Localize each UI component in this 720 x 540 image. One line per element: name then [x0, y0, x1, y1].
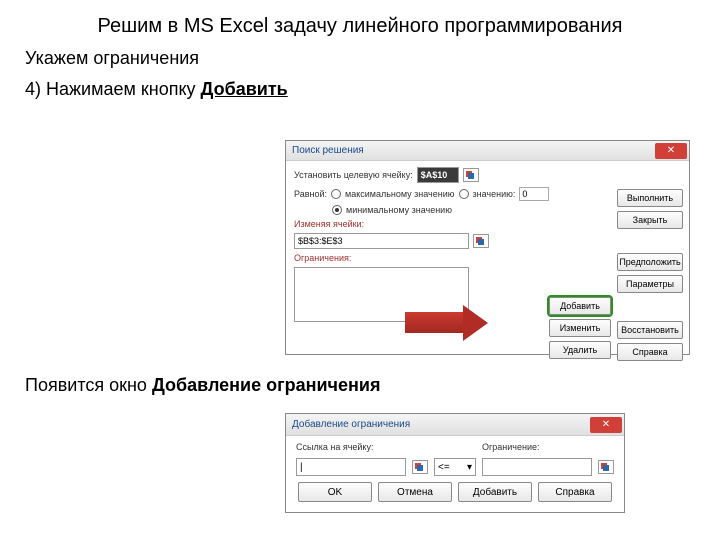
change-button[interactable]: Изменить [549, 319, 611, 337]
constraint-input[interactable] [482, 458, 592, 476]
slide-title: Решим в MS Excel задачу линейного програ… [0, 0, 720, 43]
equal-label: Равной: [294, 189, 327, 199]
result-text: Появится окно Добавление ограничения [25, 375, 380, 396]
operator-value: <= [438, 462, 450, 473]
add-button[interactable]: Добавить [458, 482, 532, 502]
guess-button[interactable]: Предположить [617, 253, 683, 271]
ref-picker-icon[interactable] [463, 168, 479, 182]
step4-text: 4) Нажимаем кнопку [25, 79, 201, 99]
opt-val-label: значению: [473, 189, 516, 199]
value-input[interactable] [519, 187, 549, 201]
radio-max[interactable] [331, 189, 341, 199]
delete-button[interactable]: Удалить [549, 341, 611, 359]
constraints-label: Ограничения: [294, 253, 351, 263]
opt-max-label: максимальному значению [345, 189, 455, 199]
target-cell-input[interactable]: $A$10 [417, 167, 459, 183]
solver-titlebar: Поиск решения ✕ [286, 141, 689, 161]
help-button[interactable]: Справка [617, 343, 683, 361]
radio-min[interactable] [332, 205, 342, 215]
changing-label: Изменяя ячейки: [294, 219, 364, 229]
opt-min-label: минимальному значению [346, 205, 452, 215]
solver-title: Поиск решения [292, 145, 364, 156]
close-icon[interactable]: ✕ [590, 417, 622, 433]
radio-value[interactable] [459, 189, 469, 199]
step-intro: Укажем ограничения [0, 43, 720, 74]
close-icon[interactable]: ✕ [655, 143, 687, 159]
step4-bold: Добавить [201, 79, 288, 99]
close-button[interactable]: Закрыть [617, 211, 683, 229]
changing-cells-input[interactable]: $B$3:$E$3 [294, 233, 469, 249]
result-bold: Добавление ограничения [152, 375, 381, 395]
execute-button[interactable]: Выполнить [617, 189, 683, 207]
ref-picker-icon[interactable] [598, 460, 614, 474]
step-4: 4) Нажимаем кнопку Добавить [0, 74, 720, 105]
ref-picker-icon[interactable] [473, 234, 489, 248]
addcon-titlebar: Добавление ограничения ✕ [286, 414, 624, 436]
addcon-title: Добавление ограничения [292, 419, 410, 430]
add-constraint-dialog: Добавление ограничения ✕ Ссылка на ячейк… [285, 413, 625, 513]
add-button[interactable]: Добавить [549, 297, 611, 315]
result-prefix: Появится окно [25, 375, 152, 395]
target-label: Установить целевую ячейку: [294, 170, 413, 180]
ok-button[interactable]: OK [298, 482, 372, 502]
chevron-down-icon: ▾ [467, 462, 472, 473]
reset-button[interactable]: Восстановить [617, 321, 683, 339]
operator-select[interactable]: <= ▾ [434, 458, 476, 476]
ref-label: Ссылка на ячейку: [296, 442, 428, 452]
con-label: Ограничение: [482, 442, 614, 452]
help-button[interactable]: Справка [538, 482, 612, 502]
arrow-indicator [405, 305, 490, 340]
params-button[interactable]: Параметры [617, 275, 683, 293]
cancel-button[interactable]: Отмена [378, 482, 452, 502]
ref-picker-icon[interactable] [412, 460, 428, 474]
cell-ref-input[interactable]: | [296, 458, 406, 476]
